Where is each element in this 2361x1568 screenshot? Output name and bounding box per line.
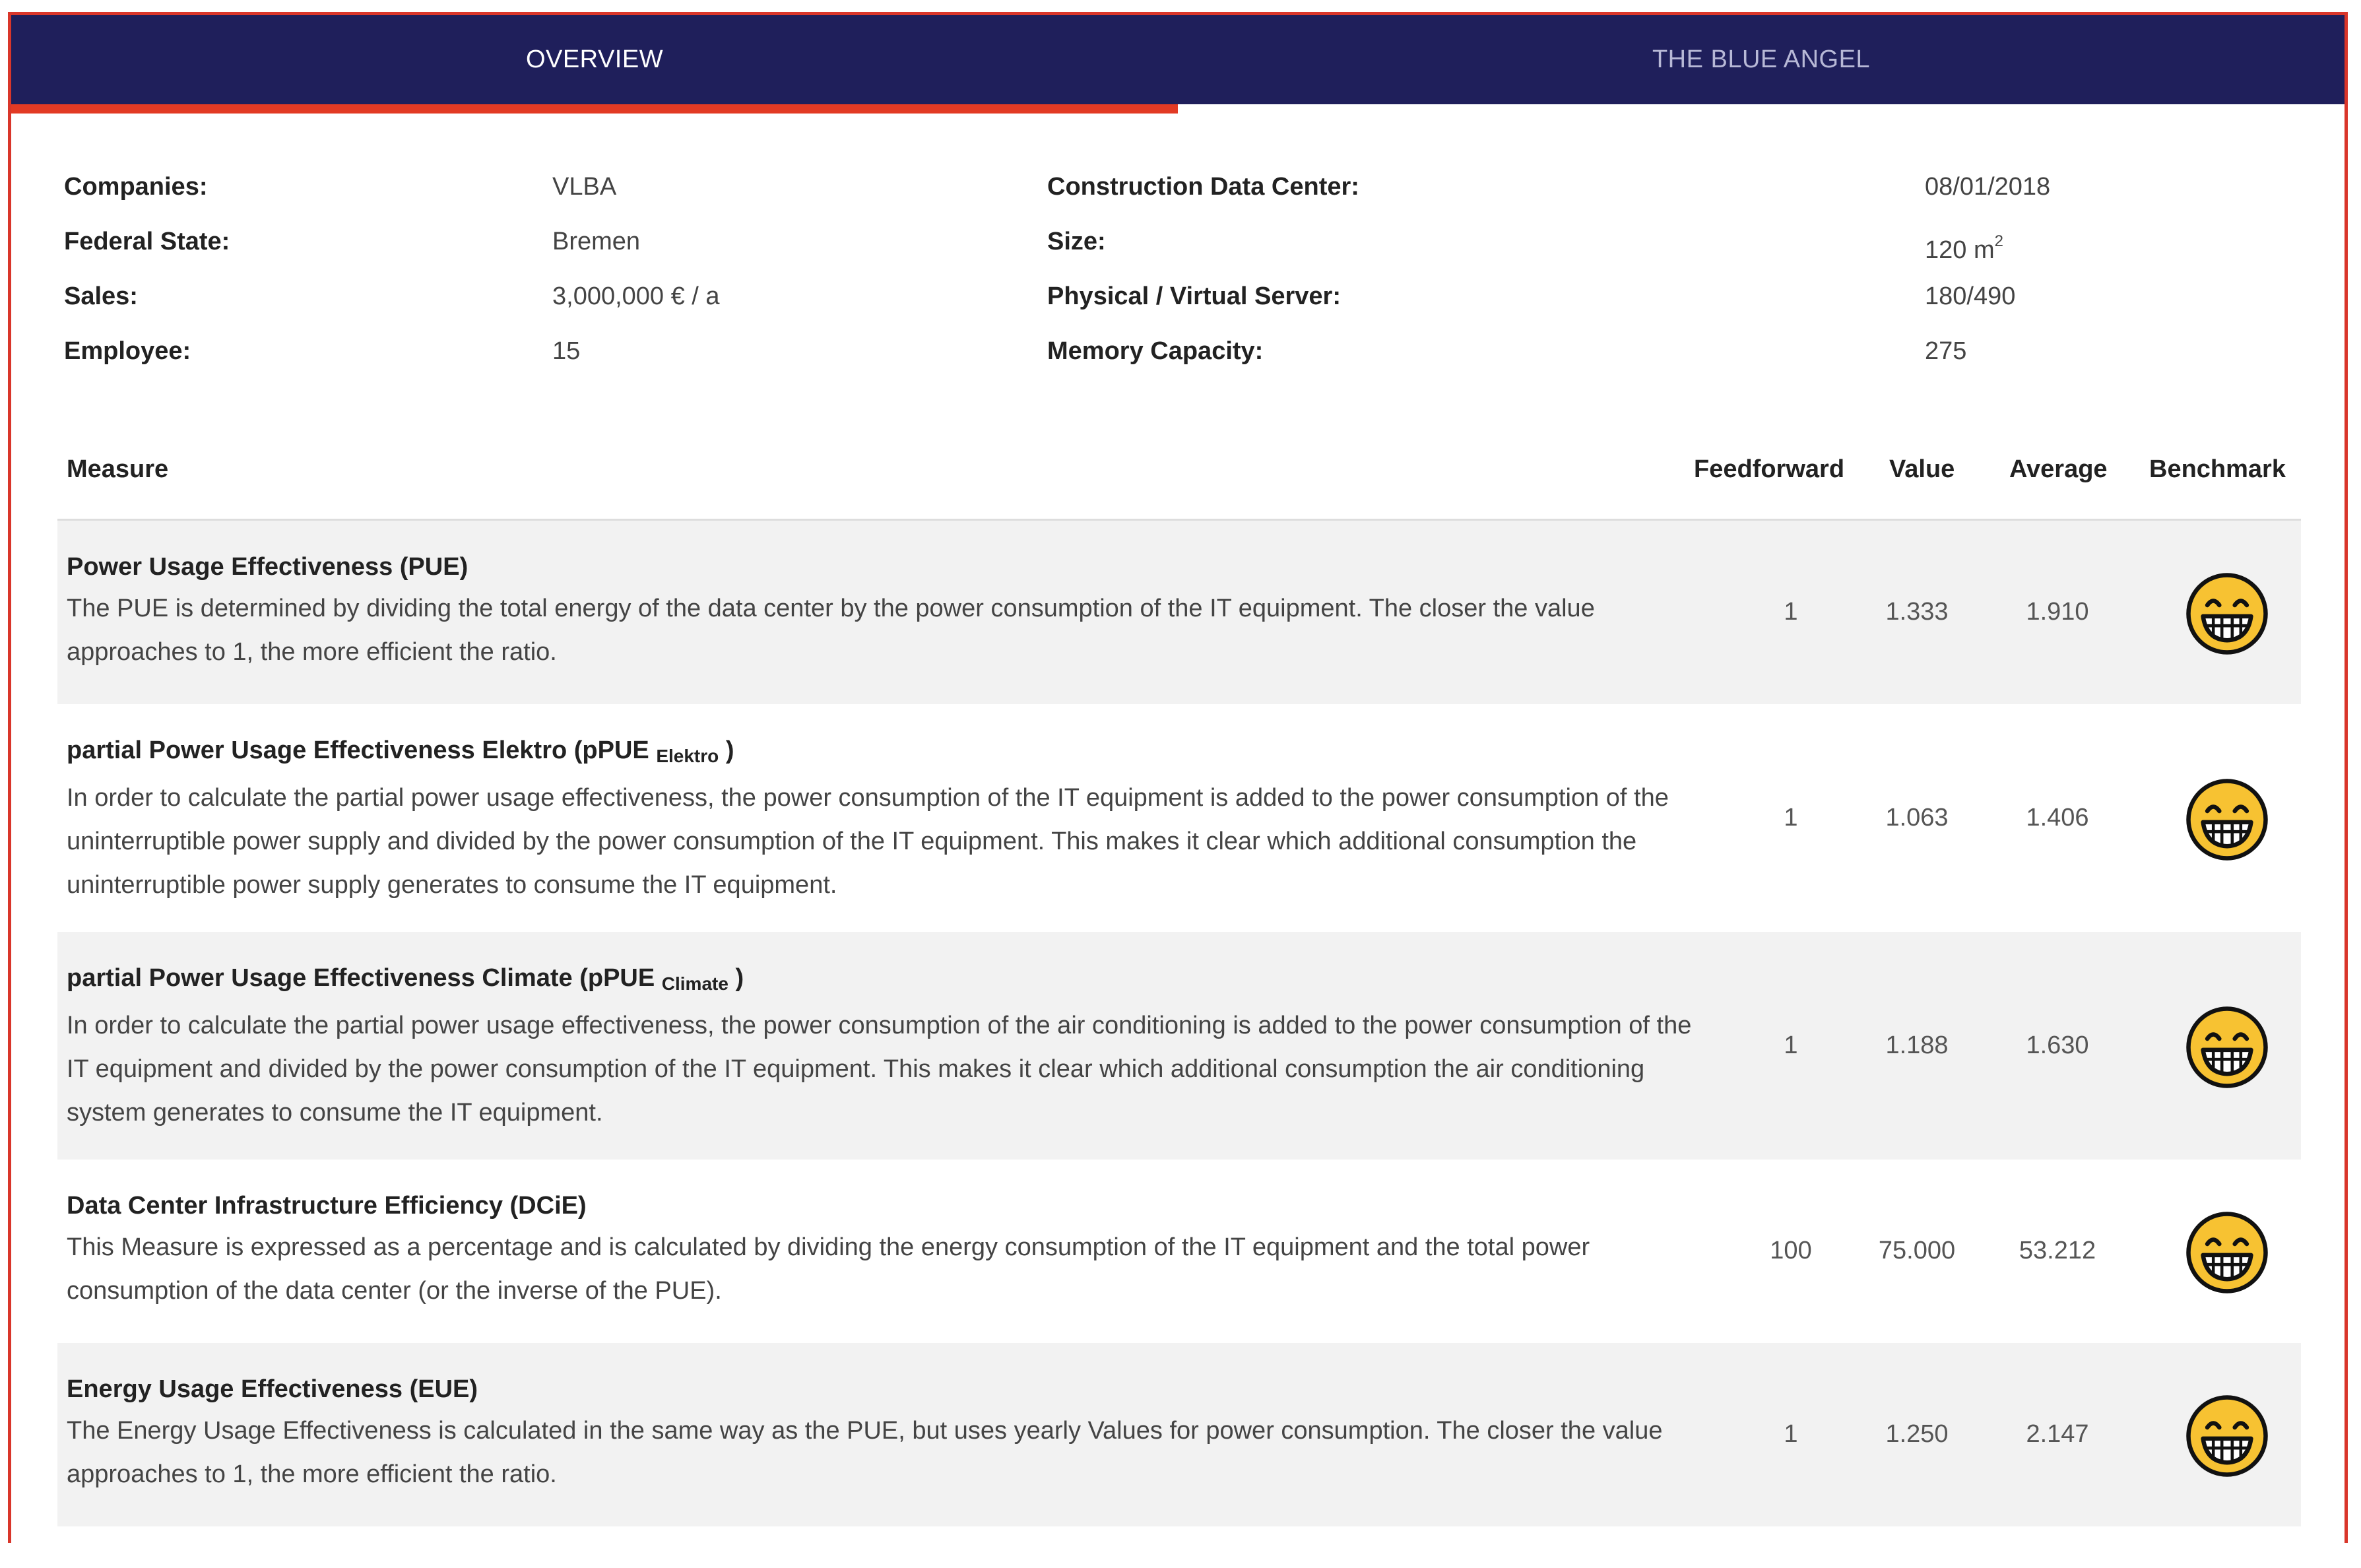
table-row: partial Power Usage Effectiveness Elektr… bbox=[57, 704, 2301, 932]
measure-title: partial Power Usage Effectiveness Climat… bbox=[67, 958, 2292, 1004]
size-label: Size: bbox=[1047, 228, 1106, 255]
feedforward-value: 100 bbox=[1770, 1237, 1812, 1264]
header-benchmark: Benchmark bbox=[2149, 455, 2286, 483]
measures-table: Measure Feedforward Value Average Benchm… bbox=[57, 447, 2301, 1526]
info-row: Companies: VLBA Construction Data Center… bbox=[64, 170, 2308, 225]
main-panel: OVERVIEW THE BLUE ANGEL Companies: VLBA … bbox=[8, 12, 2348, 1543]
measure-title-text: Energy Usage Effectiveness (EUE) bbox=[67, 1375, 478, 1403]
grinning-face-icon bbox=[2184, 777, 2270, 863]
info-row: Federal State: Bremen Size: 120 m2 bbox=[64, 225, 2308, 280]
table-row: Data Center Infrastructure Efficiency (D… bbox=[57, 1160, 2301, 1343]
feedforward-value: 1 bbox=[1784, 1031, 1798, 1059]
size-value: 120 m2 bbox=[1925, 225, 2003, 267]
tab-overview[interactable]: OVERVIEW bbox=[11, 15, 1178, 114]
measure-title-text: partial Power Usage Effectiveness Elektr… bbox=[67, 736, 649, 764]
table-body: Power Usage Effectiveness (PUE) The PUE i… bbox=[57, 521, 2301, 1526]
average-value: 1.630 bbox=[2026, 1031, 2089, 1059]
measure-description: The PUE is determined by dividing the to… bbox=[67, 595, 1595, 666]
average-value: 53.212 bbox=[2019, 1237, 2096, 1264]
memory-label: Memory Capacity: bbox=[1047, 337, 1264, 365]
table-row: Power Usage Effectiveness (PUE) The PUE i… bbox=[57, 521, 2301, 704]
employee-value: 15 bbox=[552, 337, 581, 365]
table-row: Energy Usage Effectiveness (EUE) The Ener… bbox=[57, 1343, 2301, 1526]
table-row: partial Power Usage Effectiveness Climat… bbox=[57, 932, 2301, 1160]
average-value: 1.406 bbox=[2026, 803, 2089, 832]
header-average: Average bbox=[2009, 455, 2108, 483]
measure-title-end: ) bbox=[735, 964, 744, 992]
construction-label: Construction Data Center: bbox=[1047, 173, 1359, 201]
federal-state-label: Federal State: bbox=[64, 228, 230, 255]
measure-title-end: ) bbox=[725, 736, 734, 764]
feedforward-value: 1 bbox=[1784, 1420, 1798, 1448]
companies-label: Companies: bbox=[64, 173, 208, 201]
measure-title: Data Center Infrastructure Efficiency (D… bbox=[67, 1186, 2292, 1225]
measure-description: This Measure is expressed as a percentag… bbox=[67, 1233, 1590, 1305]
measure-value: 75.000 bbox=[1878, 1237, 1956, 1264]
grinning-face-icon bbox=[2184, 571, 2270, 657]
tab-bar: OVERVIEW THE BLUE ANGEL bbox=[11, 15, 2345, 114]
sales-value: 3,000,000 € / a bbox=[552, 282, 720, 310]
measure-title-text: partial Power Usage Effectiveness Climat… bbox=[67, 964, 655, 992]
measure-title-subscript: Elektro bbox=[656, 746, 719, 766]
header-feedforward: Feedforward bbox=[1694, 455, 1845, 483]
measure-title-subscript: Climate bbox=[661, 973, 728, 994]
info-row: Employee: 15 Memory Capacity: 275 bbox=[64, 335, 2308, 389]
tab-blue-angel[interactable]: THE BLUE ANGEL bbox=[1178, 15, 2345, 104]
info-row: Sales: 3,000,000 € / a Physical / Virtua… bbox=[64, 280, 2308, 335]
sales-label: Sales: bbox=[64, 282, 138, 310]
measure-value: 1.250 bbox=[1885, 1420, 1949, 1448]
memory-value: 275 bbox=[1925, 337, 1967, 365]
server-value: 180/490 bbox=[1925, 282, 2016, 310]
size-exponent: 2 bbox=[1994, 232, 2003, 250]
companies-value: VLBA bbox=[552, 173, 617, 201]
table-header: Measure Feedforward Value Average Benchm… bbox=[57, 447, 2301, 521]
measure-title: Power Usage Effectiveness (PUE) bbox=[67, 547, 2292, 587]
construction-value: 08/01/2018 bbox=[1925, 173, 2051, 201]
grinning-face-icon bbox=[2184, 1004, 2270, 1090]
grinning-face-icon bbox=[2184, 1210, 2270, 1295]
measure-description: The Energy Usage Effectiveness is calcul… bbox=[67, 1417, 1663, 1488]
header-value: Value bbox=[1889, 455, 1955, 483]
feedforward-value: 1 bbox=[1784, 598, 1798, 626]
server-label: Physical / Virtual Server: bbox=[1047, 282, 1341, 310]
measure-title: partial Power Usage Effectiveness Elektr… bbox=[67, 731, 2292, 776]
measure-title: Energy Usage Effectiveness (EUE) bbox=[67, 1369, 2292, 1409]
federal-state-value: Bremen bbox=[552, 228, 641, 255]
measure-description: In order to calculate the partial power … bbox=[67, 1012, 1692, 1127]
measure-value: 1.333 bbox=[1885, 598, 1949, 626]
measure-description: In order to calculate the partial power … bbox=[67, 784, 1669, 899]
average-value: 1.910 bbox=[2026, 598, 2089, 626]
size-number: 120 m bbox=[1925, 236, 1995, 264]
measure-value: 1.188 bbox=[1885, 1031, 1949, 1059]
header-measure: Measure bbox=[67, 455, 169, 483]
average-value: 2.147 bbox=[2026, 1420, 2089, 1448]
feedforward-value: 1 bbox=[1784, 803, 1798, 832]
measure-value: 1.063 bbox=[1885, 803, 1949, 832]
measure-title-text: Data Center Infrastructure Efficiency (D… bbox=[67, 1192, 587, 1220]
grinning-face-icon bbox=[2184, 1393, 2270, 1479]
company-info: Companies: VLBA Construction Data Center… bbox=[64, 170, 2308, 389]
measure-title-text: Power Usage Effectiveness (PUE) bbox=[67, 553, 469, 581]
employee-label: Employee: bbox=[64, 337, 191, 365]
